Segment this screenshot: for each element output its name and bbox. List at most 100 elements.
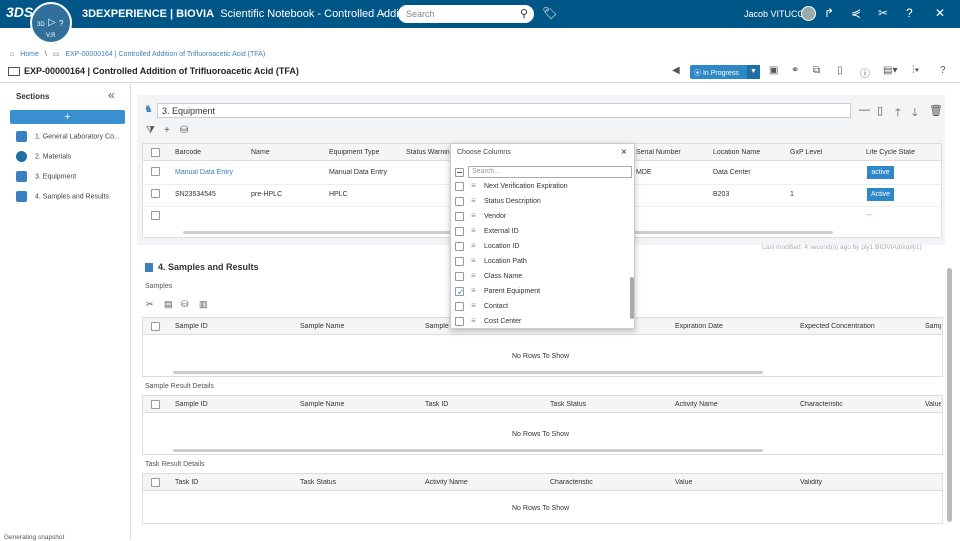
sidebar-item-materials[interactable]: 2. Materials	[16, 151, 71, 162]
help-icon[interactable]: ?	[906, 6, 913, 20]
horizontal-scrollbar[interactable]	[173, 449, 763, 452]
column-option[interactable]: ≡ Next Verification Expiration	[455, 180, 627, 194]
move-down-icon[interactable]: 🡓	[912, 104, 918, 123]
column-header[interactable]: Activity Name	[675, 401, 718, 408]
play-left-icon[interactable]: ◀	[672, 65, 680, 79]
status-dropdown[interactable]: ⦿ In Progress ▼	[690, 65, 760, 79]
column-header[interactable]: Samp	[925, 323, 941, 330]
column-header[interactable]: Barcode	[175, 149, 201, 156]
document-icon[interactable]: ▤	[164, 299, 173, 310]
drag-handle-icon[interactable]: ≡	[471, 226, 476, 235]
column-header[interactable]: Sample Name	[300, 401, 344, 408]
column-option[interactable]: ≡ Location Path	[455, 255, 627, 269]
panel-icon[interactable]: ▯	[837, 65, 843, 79]
column-checkbox[interactable]	[455, 212, 464, 221]
column-header[interactable]: Equipment Type	[329, 149, 379, 156]
column-checkbox[interactable]	[455, 182, 464, 191]
column-checkbox[interactable]	[455, 302, 464, 311]
clear-filter-icon[interactable]: ⧩	[146, 125, 155, 136]
column-header[interactable]: Value	[925, 401, 941, 408]
share-icon[interactable]: ⋞	[851, 6, 861, 20]
avatar[interactable]	[801, 6, 816, 21]
column-header[interactable]: Expiration Date	[675, 323, 723, 330]
drag-handle-icon[interactable]: ≡	[471, 196, 476, 205]
chart-icon[interactable]: ⫶▾	[912, 65, 919, 79]
column-header[interactable]: Expected Concentration	[800, 323, 875, 330]
select-all-columns-checkbox[interactable]	[455, 168, 464, 177]
select-all-checkbox[interactable]	[151, 148, 160, 157]
share-arrow-icon[interactable]: ↱	[824, 6, 834, 20]
column-checkbox[interactable]	[455, 227, 464, 236]
drag-handle-icon[interactable]: ≡	[471, 316, 476, 325]
search-icon[interactable]: ⚲	[520, 7, 528, 20]
column-header[interactable]: Validity	[800, 479, 822, 486]
breadcrumb-experiment[interactable]: EXP-00000164 | Controlled Addition of Tr…	[65, 51, 265, 58]
column-option[interactable]: ≡ Status Description	[455, 195, 627, 209]
select-all-checkbox[interactable]	[151, 322, 160, 331]
column-header[interactable]: Sample ID	[175, 323, 208, 330]
column-header[interactable]: Activity Name	[425, 479, 468, 486]
sidebar-item-general[interactable]: 1. General Laboratory Co...	[16, 131, 120, 142]
play-icon[interactable]: ▷	[48, 17, 56, 28]
move-up-icon[interactable]: 🡑	[895, 104, 901, 123]
section-title-input[interactable]: 3. Equipment	[157, 103, 851, 118]
column-header[interactable]: Name	[251, 149, 270, 156]
column-option[interactable]: ≡ Vendor	[455, 210, 627, 224]
database-icon[interactable]: ⛁	[181, 299, 189, 310]
column-checkbox[interactable]	[455, 272, 464, 281]
drag-handle-icon[interactable]: ≡	[471, 181, 476, 190]
link-icon[interactable]: ⚭	[791, 65, 799, 79]
document-icon[interactable]: ▤▾	[883, 65, 897, 79]
cut-icon[interactable]: ✂	[146, 299, 154, 310]
column-header[interactable]: Sample	[425, 323, 449, 330]
breadcrumb-home[interactable]: Home	[20, 51, 39, 58]
home-icon[interactable]: ⌂	[10, 51, 14, 58]
column-option[interactable]: ≡ Class Name	[455, 270, 627, 284]
column-header[interactable]: Life Cycle State	[866, 149, 915, 156]
select-all-checkbox[interactable]	[151, 478, 160, 487]
column-option[interactable]: ≡ Cost Center	[455, 315, 627, 329]
column-header[interactable]: Characteristic	[550, 479, 593, 486]
vertical-scrollbar[interactable]	[947, 268, 952, 522]
delete-icon[interactable]: 🗑	[929, 104, 943, 117]
compass-widget[interactable]: 3D ▷ ? V,R	[30, 2, 72, 44]
drag-handle-icon[interactable]: ≡	[471, 256, 476, 265]
app-title[interactable]: 3DEXPERIENCE | BIOVIA Scientific Noteboo…	[82, 8, 413, 20]
column-header[interactable]: Serial Number	[636, 149, 681, 156]
column-header[interactable]: Sample ID	[175, 401, 208, 408]
column-checkbox[interactable]	[455, 197, 464, 206]
column-checkbox[interactable]	[455, 317, 464, 326]
horizontal-scrollbar[interactable]	[173, 371, 763, 374]
tag-icon[interactable]: 🏷	[542, 6, 557, 20]
column-header[interactable]: Characteristic	[800, 401, 843, 408]
add-icon[interactable]: +	[164, 125, 170, 136]
help-icon[interactable]: ?	[940, 65, 946, 79]
info-icon[interactable]: ⓘ	[860, 65, 870, 80]
column-header[interactable]: Task ID	[175, 479, 198, 486]
database-icon[interactable]: ⛁	[180, 125, 188, 136]
panel-icon[interactable]: ▯	[877, 104, 883, 117]
column-header[interactable]: Location Name	[713, 149, 760, 156]
chevron-down-icon[interactable]: ▼	[747, 65, 760, 79]
column-header[interactable]: Sample Name	[300, 323, 344, 330]
clipboard-icon[interactable]: ▥	[199, 299, 208, 310]
column-checkbox[interactable]: ✓	[455, 287, 465, 297]
column-header[interactable]: Task Status	[300, 479, 336, 486]
column-header[interactable]: Value	[675, 479, 692, 486]
row-checkbox[interactable]	[151, 189, 160, 198]
minimize-icon[interactable]: —	[859, 104, 870, 116]
column-option[interactable]: ≡ Location ID	[455, 240, 627, 254]
column-option[interactable]: ≡ External ID	[455, 225, 627, 239]
add-section-button[interactable]: +	[10, 110, 125, 124]
sidebar-item-samples[interactable]: 4. Samples and Results	[16, 191, 109, 202]
column-header[interactable]: Task ID	[425, 401, 448, 408]
drag-handle-icon[interactable]: ≡	[471, 286, 476, 295]
column-checkbox[interactable]	[455, 242, 464, 251]
drag-handle-icon[interactable]: ≡	[471, 211, 476, 220]
column-checkbox[interactable]	[455, 257, 464, 266]
ds-logo[interactable]: 3DS	[6, 4, 33, 20]
column-option[interactable]: ✓ ≡ Parent Equipment	[455, 285, 627, 299]
select-all-checkbox[interactable]	[151, 400, 160, 409]
drag-handle-icon[interactable]: ≡	[471, 271, 476, 280]
column-header[interactable]: GxP Level	[790, 149, 822, 156]
